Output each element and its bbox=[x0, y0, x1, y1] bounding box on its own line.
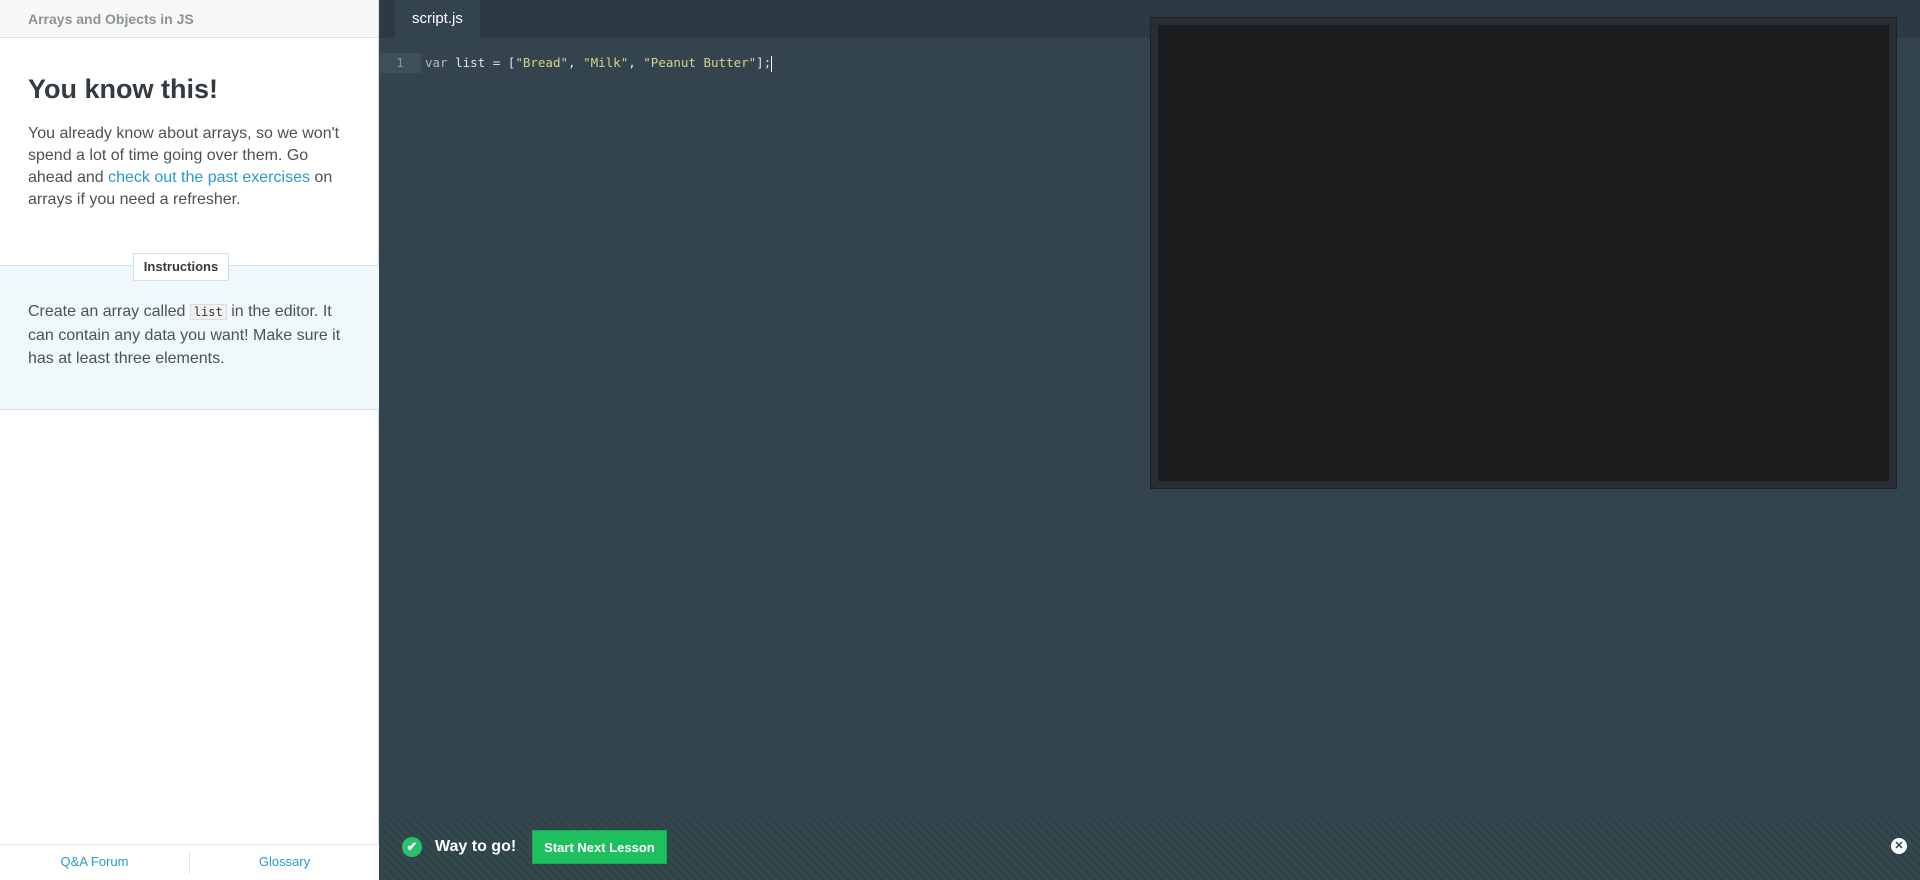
qa-forum-link[interactable]: Q&A Forum bbox=[0, 845, 189, 880]
sidebar-footer: Q&A Forum Glossary bbox=[0, 844, 379, 880]
check-circle-icon: ✔ bbox=[402, 837, 422, 857]
inline-code-list: list bbox=[189, 304, 227, 320]
output-panel bbox=[1150, 17, 1897, 489]
start-next-lesson-button[interactable]: Start Next Lesson bbox=[532, 830, 667, 864]
code-end: ]; bbox=[756, 55, 772, 70]
output-console bbox=[1158, 25, 1889, 481]
code-separator: , bbox=[568, 55, 584, 70]
lesson-title: You know this! bbox=[28, 74, 218, 104]
line-number: 1 bbox=[380, 53, 421, 73]
text-cursor bbox=[771, 55, 773, 72]
code-identifier: list = [ bbox=[447, 55, 516, 70]
instructions-label: Instructions bbox=[133, 253, 229, 281]
code-string: "Bread" bbox=[515, 55, 568, 70]
code-line[interactable]: 1 var list = ["Bread", "Milk", "Peanut B… bbox=[380, 53, 773, 73]
lesson-description: You already know about arrays, so we won… bbox=[28, 123, 350, 211]
code-string: "Peanut Butter" bbox=[643, 55, 757, 70]
code-separator: , bbox=[628, 55, 644, 70]
lesson-sidebar: Arrays and Objects in JS You know this! … bbox=[0, 0, 379, 880]
feedback-bar: ✔ Way to go! Start Next Lesson ✕ bbox=[380, 818, 1920, 880]
instructions-text: Create an array called list in the edito… bbox=[28, 300, 351, 370]
success-text: Way to go! bbox=[435, 838, 517, 855]
past-exercises-link[interactable]: check out the past exercises bbox=[108, 169, 310, 186]
instructions-panel: Instructions Create an array called list… bbox=[0, 253, 379, 410]
glossary-link[interactable]: Glossary bbox=[190, 845, 379, 880]
close-icon[interactable]: ✕ bbox=[1891, 838, 1907, 854]
success-message: ✔ Way to go! Start Next Lesson bbox=[402, 829, 667, 865]
code-editor[interactable]: script.js 1 var list = ["Bread", "Milk",… bbox=[380, 0, 1920, 880]
tab-script-js[interactable]: script.js bbox=[395, 0, 480, 38]
code-text[interactable]: var list = ["Bread", "Milk", "Peanut But… bbox=[421, 53, 773, 73]
code-keyword: var bbox=[425, 55, 448, 70]
code-string: "Milk" bbox=[583, 55, 629, 70]
instructions-text-part1: Create an array called bbox=[28, 303, 190, 320]
course-title[interactable]: Arrays and Objects in JS bbox=[0, 0, 378, 38]
